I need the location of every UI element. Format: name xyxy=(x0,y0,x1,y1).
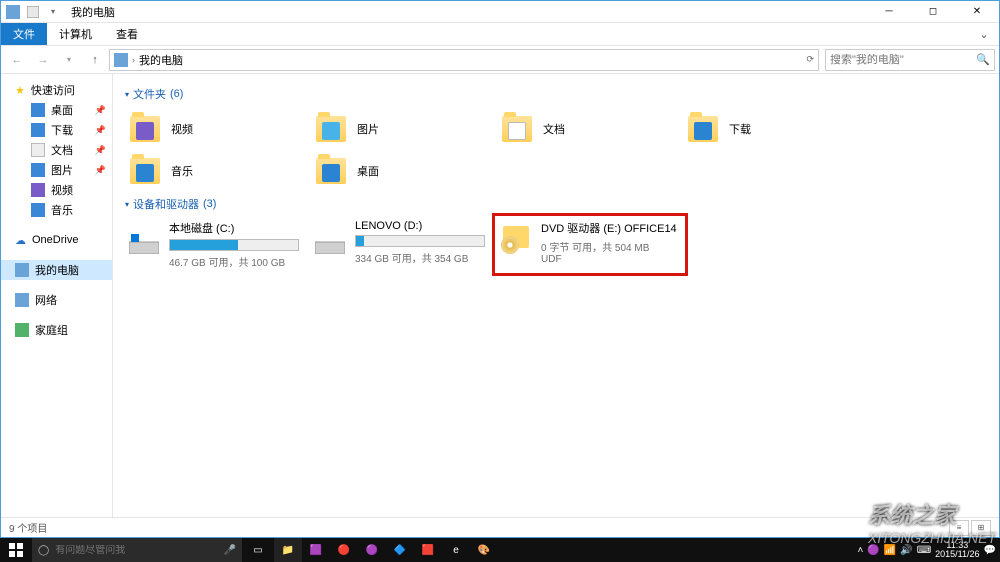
sidebar-onedrive[interactable]: ☁OneDrive xyxy=(1,230,112,250)
chevron-down-icon: ▾ xyxy=(125,90,129,99)
back-button[interactable]: ← xyxy=(5,48,29,72)
taskbar-app-icon[interactable]: 🟥 xyxy=(414,538,442,562)
app-icon xyxy=(5,4,21,20)
capacity-bar xyxy=(355,235,485,247)
group-folders-header[interactable]: ▾ 文件夹 (6) xyxy=(125,86,987,102)
ribbon-expand-icon[interactable]: ⌄ xyxy=(969,23,999,45)
folder-pictures[interactable]: 图片 xyxy=(311,108,497,150)
search-input[interactable] xyxy=(830,54,976,66)
folder-documents[interactable]: 文档 xyxy=(497,108,683,150)
folder-videos[interactable]: 视频 xyxy=(125,108,311,150)
pin-icon: 📌 xyxy=(95,105,106,116)
qat-properties-icon[interactable] xyxy=(25,4,41,20)
title-bar: ▾ 我的电脑 ─ ◻ ✕ xyxy=(1,1,999,23)
nav-bar: ← → ▾ ↑ › 我的电脑 ⟳ 🔍 xyxy=(1,46,999,74)
view-details-button[interactable]: ≡ xyxy=(949,520,969,536)
taskbar-app-icon[interactable]: 🟣 xyxy=(358,538,386,562)
breadcrumb-item[interactable]: 我的电脑 xyxy=(139,52,183,68)
taskbar-app-icon[interactable]: 🔴 xyxy=(330,538,358,562)
explorer-window: ▾ 我的电脑 ─ ◻ ✕ 文件 计算机 查看 ⌄ ← → ▾ ↑ › 我的电脑 … xyxy=(0,0,1000,538)
sidebar-quick-access[interactable]: ★快速访问 xyxy=(1,80,112,100)
sidebar-item-pictures[interactable]: 图片📌 xyxy=(1,160,112,180)
taskbar-search-input[interactable] xyxy=(55,545,217,556)
tab-computer[interactable]: 计算机 xyxy=(47,23,104,45)
search-box[interactable]: 🔍 xyxy=(825,49,995,71)
status-bar: 9 个项目 ≡ ⊞ xyxy=(1,517,999,537)
folder-desktop[interactable]: 桌面 xyxy=(311,150,497,192)
taskbar-explorer-icon[interactable]: 📁 xyxy=(274,538,302,562)
taskbar-search[interactable]: ◯ 🎤 xyxy=(32,538,242,562)
drive-d[interactable]: LENOVO (D:) 334 GB 可用，共 354 GB xyxy=(311,218,497,271)
taskbar-ie-icon[interactable]: e xyxy=(442,538,470,562)
sidebar-homegroup[interactable]: 家庭组 xyxy=(1,320,112,340)
sidebar-item-videos[interactable]: 视频 xyxy=(1,180,112,200)
tray-ime-icon[interactable]: ⌨ xyxy=(917,545,931,556)
pc-icon xyxy=(114,53,128,67)
sidebar-item-documents[interactable]: 文档📌 xyxy=(1,140,112,160)
system-tray: ˄ 🟣 📶 🔊 ⌨ 11:33 2015/11/26 💬 xyxy=(858,541,1000,559)
mic-icon[interactable]: 🎤 xyxy=(224,545,236,556)
sidebar-item-desktop[interactable]: 桌面📌 xyxy=(1,100,112,120)
chevron-right-icon: › xyxy=(132,55,135,65)
hdd-icon xyxy=(313,220,347,254)
taskbar-app-icon[interactable]: 🟪 xyxy=(302,538,330,562)
search-icon[interactable]: 🔍 xyxy=(976,53,990,66)
minimize-button[interactable]: ─ xyxy=(867,1,911,23)
pin-icon: 📌 xyxy=(95,145,106,156)
cortana-icon: ◯ xyxy=(38,545,49,556)
taskbar: ◯ 🎤 ▭ 📁 🟪 🔴 🟣 🔷 🟥 e 🎨 ˄ 🟣 📶 🔊 ⌨ 11:33 20… xyxy=(0,538,1000,562)
up-button[interactable]: ↑ xyxy=(83,48,107,72)
capacity-bar xyxy=(169,239,299,251)
window-title: 我的电脑 xyxy=(65,4,115,20)
close-button[interactable]: ✕ xyxy=(955,1,999,23)
refresh-icon[interactable]: ⟳ xyxy=(806,54,814,65)
tray-icon[interactable]: 🟣 xyxy=(867,545,879,556)
task-view-button[interactable]: ▭ xyxy=(242,538,274,562)
ribbon-tabs: 文件 计算机 查看 ⌄ xyxy=(1,23,999,46)
pin-icon: 📌 xyxy=(95,125,106,136)
breadcrumb[interactable]: › 我的电脑 ⟳ xyxy=(109,49,819,71)
hdd-icon xyxy=(127,220,161,254)
drive-c[interactable]: 本地磁盘 (C:) 46.7 GB 可用，共 100 GB xyxy=(125,218,311,271)
recent-dropdown[interactable]: ▾ xyxy=(57,48,81,72)
sidebar-item-music[interactable]: 音乐 xyxy=(1,200,112,220)
pin-icon: 📌 xyxy=(95,165,106,176)
sidebar-network[interactable]: 网络 xyxy=(1,290,112,310)
start-button[interactable] xyxy=(0,538,32,562)
taskbar-app-icon[interactable]: 🔷 xyxy=(386,538,414,562)
dvd-icon xyxy=(499,220,533,254)
tray-network-icon[interactable]: 📶 xyxy=(884,545,896,556)
chevron-down-icon: ▾ xyxy=(125,200,129,209)
notifications-icon[interactable]: 💬 xyxy=(984,545,996,556)
forward-button[interactable]: → xyxy=(31,48,55,72)
sidebar: ★快速访问 桌面📌 下载📌 文档📌 图片📌 视频 音乐 ☁OneDrive 我的… xyxy=(1,74,113,517)
tray-chevron-icon[interactable]: ˄ xyxy=(858,545,864,556)
content-pane: ▾ 文件夹 (6) 视频 图片 文档 下载 音乐 桌面 ▾ 设备和驱动器 (3) xyxy=(113,74,999,517)
view-icons-button[interactable]: ⊞ xyxy=(971,520,991,536)
qat-dropdown-icon[interactable]: ▾ xyxy=(45,4,61,20)
status-item-count: 9 个项目 xyxy=(9,520,47,535)
drive-dvd[interactable]: DVD 驱动器 (E:) OFFICE14 0 字节 可用，共 504 MB U… xyxy=(497,218,683,271)
sidebar-item-downloads[interactable]: 下载📌 xyxy=(1,120,112,140)
tab-file[interactable]: 文件 xyxy=(1,23,47,45)
tray-volume-icon[interactable]: 🔊 xyxy=(900,545,912,556)
taskbar-app-icon[interactable]: 🎨 xyxy=(470,538,498,562)
group-devices-header[interactable]: ▾ 设备和驱动器 (3) xyxy=(125,196,987,212)
folder-music[interactable]: 音乐 xyxy=(125,150,311,192)
tab-view[interactable]: 查看 xyxy=(104,23,150,45)
folder-downloads[interactable]: 下载 xyxy=(683,108,869,150)
tray-date[interactable]: 2015/11/26 xyxy=(935,550,979,559)
maximize-button[interactable]: ◻ xyxy=(911,1,955,23)
sidebar-this-pc[interactable]: 我的电脑 xyxy=(1,260,112,280)
